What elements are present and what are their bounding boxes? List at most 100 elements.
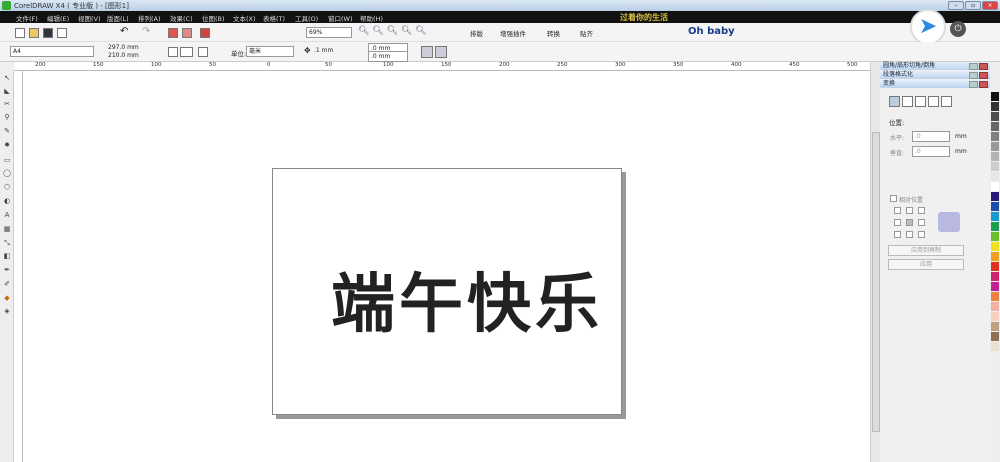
color-swatch[interactable] xyxy=(991,232,999,241)
size-tab-icon[interactable] xyxy=(928,96,939,107)
anchor-box[interactable] xyxy=(906,231,913,238)
anchor-box[interactable] xyxy=(918,207,925,214)
anchor-box[interactable] xyxy=(894,231,901,238)
horizontal-field[interactable]: .0 xyxy=(912,131,950,142)
undo-icon[interactable]: ↶ xyxy=(120,26,128,37)
unit-select[interactable]: 毫米 xyxy=(246,46,294,57)
color-swatch[interactable] xyxy=(991,142,999,151)
skew-tab-icon[interactable] xyxy=(941,96,952,107)
docker-roll-button[interactable] xyxy=(969,81,978,88)
anchor-box[interactable] xyxy=(906,207,913,214)
anchor-box[interactable] xyxy=(894,219,901,226)
smart-fill-icon[interactable]: ✸ xyxy=(2,141,12,150)
treat-as-filled-icon[interactable] xyxy=(435,46,447,58)
color-swatch[interactable] xyxy=(991,152,999,161)
artistic-text[interactable]: 端午快乐 xyxy=(331,253,603,345)
page[interactable]: 端午快乐 xyxy=(272,168,622,415)
scrollbar-thumb[interactable] xyxy=(872,132,880,432)
outline-tool-icon[interactable]: ✐ xyxy=(2,280,12,289)
open-icon[interactable] xyxy=(29,28,39,38)
menu-tools[interactable]: 工具(O) xyxy=(295,13,318,23)
color-swatch[interactable] xyxy=(991,222,999,231)
blend-tool-icon[interactable]: ◧ xyxy=(2,252,12,261)
menu-view[interactable]: 视图(V) xyxy=(78,13,101,23)
color-swatch[interactable] xyxy=(991,302,999,311)
import-icon[interactable] xyxy=(168,28,178,38)
all-pages-icon[interactable] xyxy=(198,47,208,57)
convert-button[interactable]: 转换 xyxy=(547,28,560,38)
zoom-tools-icon[interactable]: 🔍︎ 🔍︎ 🔍︎ 🔍︎ 🔍︎ xyxy=(358,26,427,36)
menu-edit[interactable]: 编辑(E) xyxy=(47,13,69,23)
pick-tool-icon[interactable]: ↖ xyxy=(2,74,12,83)
nudge-field[interactable]: .1 mm xyxy=(312,46,350,57)
color-swatch[interactable] xyxy=(991,262,999,271)
portrait-icon[interactable] xyxy=(168,47,178,57)
print-icon[interactable] xyxy=(57,28,67,38)
freehand-tool-icon[interactable]: ✎ xyxy=(2,127,12,136)
color-swatch[interactable] xyxy=(991,312,999,321)
docker-close-button[interactable] xyxy=(979,81,988,88)
menu-file[interactable]: 文件(F) xyxy=(16,13,38,23)
menu-arrange[interactable]: 排列(A) xyxy=(138,13,161,23)
vertical-scrollbar[interactable] xyxy=(870,62,880,462)
color-swatch[interactable] xyxy=(991,292,999,301)
anchor-box[interactable] xyxy=(918,231,925,238)
color-swatch[interactable] xyxy=(991,92,999,101)
polygon-tool-icon[interactable]: ⬡ xyxy=(2,183,12,192)
color-swatch[interactable] xyxy=(991,212,999,221)
color-swatch[interactable] xyxy=(991,162,999,171)
apply-button[interactable]: 应用 xyxy=(888,259,964,270)
color-swatch[interactable] xyxy=(991,322,999,331)
anchor-box[interactable] xyxy=(906,219,913,226)
color-swatch[interactable] xyxy=(991,112,999,121)
dimension-tool-icon[interactable]: ⤡ xyxy=(2,239,12,248)
snap-button[interactable]: 贴齐 xyxy=(580,28,593,38)
position-tab-icon[interactable] xyxy=(889,96,900,107)
save-icon[interactable] xyxy=(43,28,53,38)
page-height-field[interactable]: 210.0 mm xyxy=(106,51,144,62)
power-icon[interactable]: ⏻ xyxy=(950,21,966,37)
launcher-icon[interactable] xyxy=(200,28,210,38)
duplicate-y-field[interactable]: .0 mm xyxy=(368,51,408,62)
color-swatch[interactable] xyxy=(991,192,999,201)
table-tool-icon[interactable]: ▦ xyxy=(2,225,12,234)
anchor-box[interactable] xyxy=(894,207,901,214)
vertical-field[interactable]: .0 xyxy=(912,146,950,157)
color-swatch[interactable] xyxy=(991,282,999,291)
color-swatch[interactable] xyxy=(991,272,999,281)
text-tool-icon[interactable]: A xyxy=(2,211,12,220)
landscape-icon[interactable] xyxy=(180,47,193,57)
anchor-box[interactable] xyxy=(918,219,925,226)
color-swatch[interactable] xyxy=(991,122,999,131)
paper-size-select[interactable]: A4 xyxy=(10,46,94,57)
export-icon[interactable] xyxy=(182,28,192,38)
menu-effects[interactable]: 效果(C) xyxy=(170,13,193,23)
color-swatch[interactable] xyxy=(991,202,999,211)
color-swatch[interactable] xyxy=(991,252,999,261)
color-swatch[interactable] xyxy=(991,182,999,191)
rotate-tab-icon[interactable] xyxy=(902,96,913,107)
docker-close-button[interactable] xyxy=(979,72,988,79)
menu-text[interactable]: 文本(X) xyxy=(233,13,256,23)
shape-tool-icon[interactable]: ◣ xyxy=(2,87,12,96)
apply-to-duplicate-button[interactable]: 应用到再制 xyxy=(888,245,964,256)
interactive-fill-icon[interactable]: ◈ xyxy=(2,307,12,316)
zoom-select[interactable]: 69% xyxy=(306,27,352,38)
fill-tool-icon[interactable]: ◆ xyxy=(2,294,12,303)
docker-roll-button[interactable] xyxy=(969,63,978,70)
color-swatch[interactable] xyxy=(991,132,999,141)
color-swatch[interactable] xyxy=(991,172,999,181)
menu-bitmaps[interactable]: 位图(B) xyxy=(202,13,225,23)
relative-position-checkbox[interactable] xyxy=(890,195,897,202)
color-swatch[interactable] xyxy=(991,102,999,111)
menu-layout[interactable]: 版面(L) xyxy=(107,13,129,23)
docker-close-button[interactable] xyxy=(979,63,988,70)
scale-tab-icon[interactable] xyxy=(915,96,926,107)
menu-help[interactable]: 帮助(H) xyxy=(360,13,383,23)
menu-table[interactable]: 表格(T) xyxy=(263,13,285,23)
rectangle-tool-icon[interactable]: ▭ xyxy=(2,156,12,165)
redo-icon[interactable]: ↷ xyxy=(142,26,150,37)
units-icon[interactable] xyxy=(421,46,433,58)
close-button[interactable]: × xyxy=(982,1,998,10)
color-swatch[interactable] xyxy=(991,242,999,251)
